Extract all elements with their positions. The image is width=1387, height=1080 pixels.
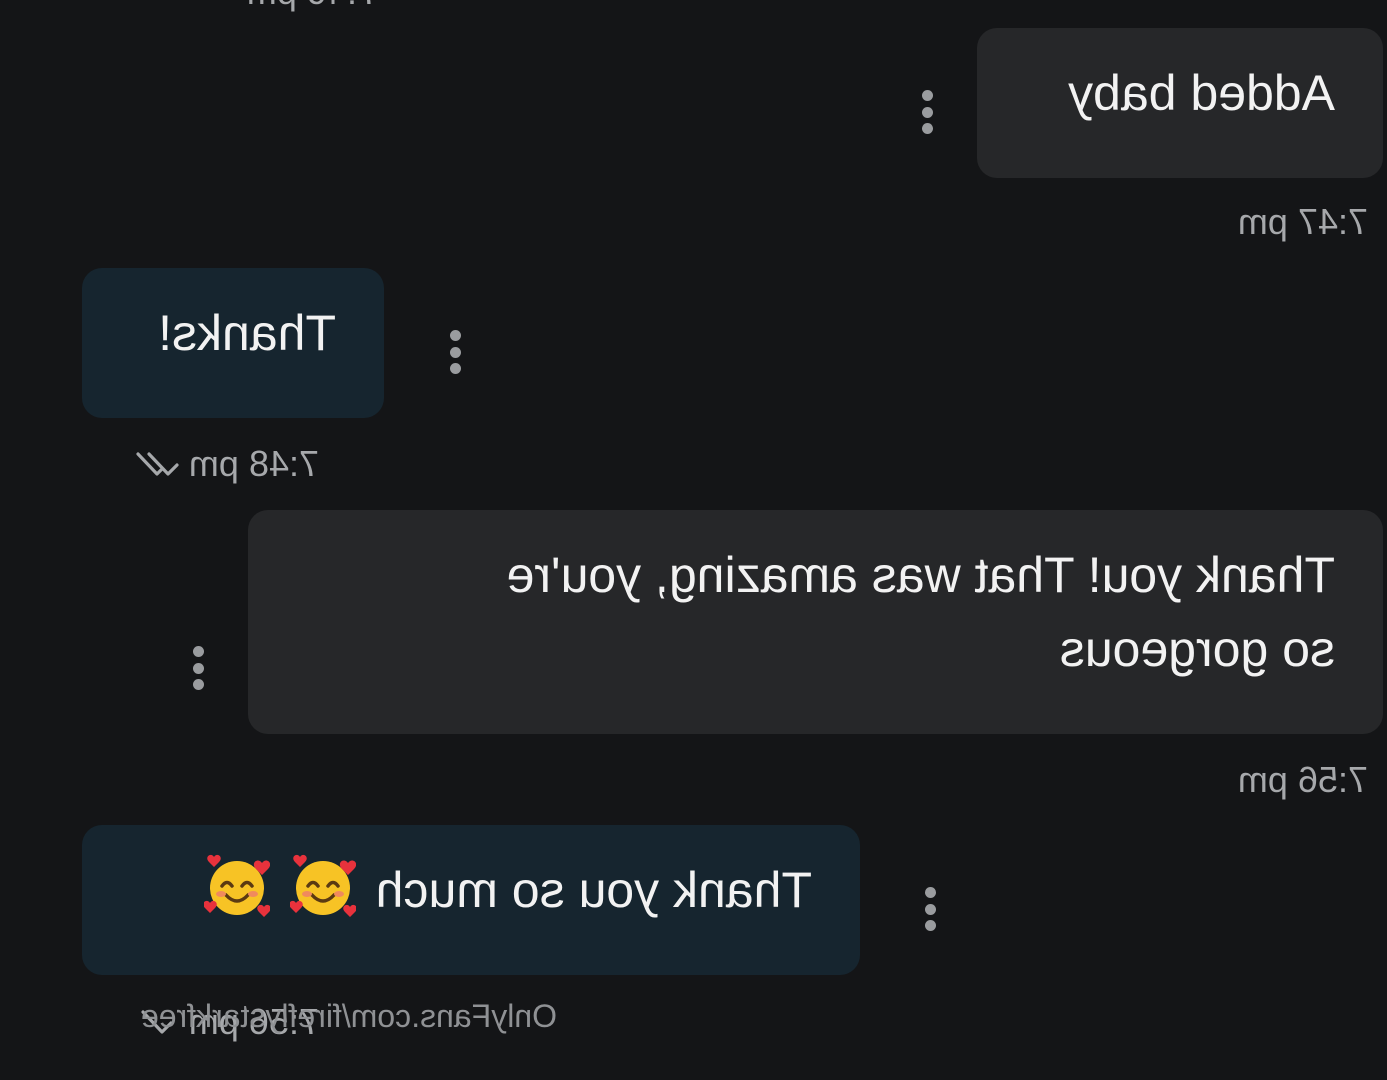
double-check-icon <box>136 452 179 476</box>
message-text-line-1: Thank you! That was amazing, you're <box>506 547 1336 603</box>
message-time: 7:47 pm <box>1237 201 1368 242</box>
message-bubble-received[interactable]: Thanks! <box>82 268 384 418</box>
message-text: Thanks! <box>158 305 336 361</box>
message-options-icon[interactable] <box>193 646 205 690</box>
previous-message-time: 7:46 pm <box>247 0 377 12</box>
message-time: 7:48 pm <box>127 443 319 484</box>
message-time: 7:56 pm <box>1237 759 1368 800</box>
message-options-icon[interactable] <box>450 330 462 374</box>
mirrored-chat-view: 7:46 pm Added baby 7:47 pm Thanks! 7:48 … <box>0 0 1387 1080</box>
message-options-icon[interactable] <box>922 90 934 134</box>
chat-screen: 7:46 pm Added baby 7:47 pm Thanks! 7:48 … <box>0 0 1387 1080</box>
message-bubble-received[interactable]: Thank you so much <box>82 825 860 975</box>
smiling-face-with-hearts-icon <box>203 854 270 917</box>
message-bubble-sent[interactable]: Added baby <box>977 28 1383 178</box>
smiling-face-with-hearts-icon <box>289 854 356 917</box>
watermark-text: OnlyFans.com/fireflystarkfree <box>140 998 557 1034</box>
message-text: Added baby <box>1068 65 1335 121</box>
message-text: Thank you so much <box>375 862 812 918</box>
message-bubble-sent[interactable]: Thank you! That was amazing, you're so g… <box>248 510 1383 734</box>
message-text-line-2: so gorgeous <box>1059 621 1335 677</box>
message-options-icon[interactable] <box>925 887 937 931</box>
